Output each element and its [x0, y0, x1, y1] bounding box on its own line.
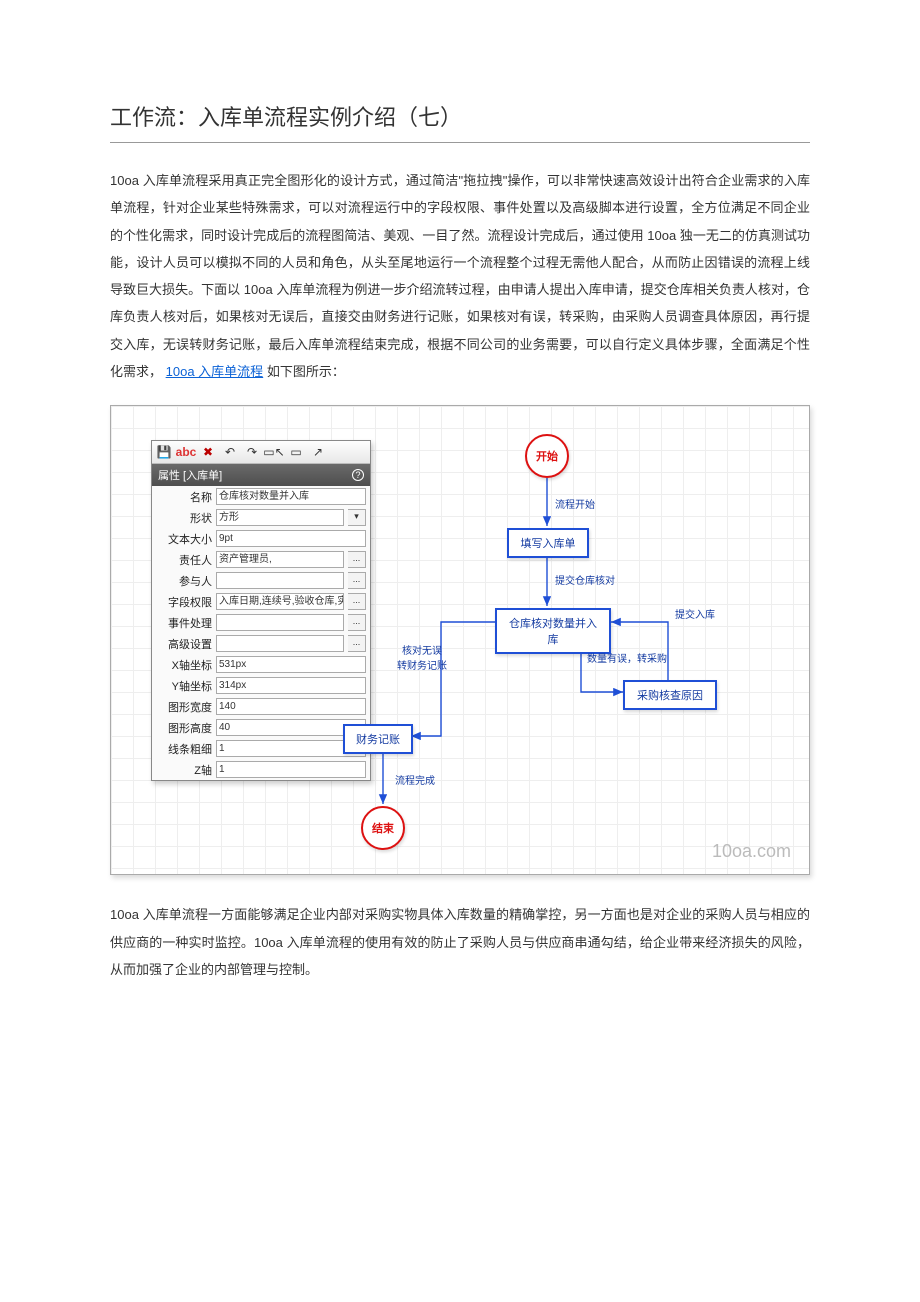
- participant-browse-icon[interactable]: ...: [348, 572, 366, 589]
- closing-paragraph: 10oa 入库单流程一方面能够满足企业内部对采购实物具体入库数量的精确掌控，另一…: [110, 901, 810, 983]
- page-title: 工作流：入库单流程实例介绍（七）: [110, 100, 810, 143]
- event-browse-icon[interactable]: ...: [348, 614, 366, 631]
- undo-icon[interactable]: ↶: [222, 444, 238, 460]
- panel-help-icon[interactable]: ?: [352, 469, 364, 481]
- advanced-input[interactable]: [216, 635, 344, 652]
- spell-icon[interactable]: abc: [178, 444, 194, 460]
- panel-toolbar: 💾 abc ✖ ↶ ↷ ▭↖ ▭ ↗: [152, 441, 370, 464]
- start-node[interactable]: 开始: [525, 434, 569, 478]
- check-node[interactable]: 仓库核对数量并入库: [495, 608, 611, 654]
- prop-advanced: 高级设置 ...: [152, 633, 370, 654]
- responsible-input[interactable]: 资产管理员,: [216, 551, 344, 568]
- prop-h: 图形高度 40: [152, 717, 370, 738]
- shape-dropdown-icon[interactable]: ▾: [348, 509, 366, 526]
- label-ok: 核对无误 转财务记账: [397, 642, 447, 672]
- prop-event: 事件处理 ...: [152, 612, 370, 633]
- label-done: 流程完成: [395, 772, 435, 787]
- prop-shape: 形状 方形 ▾: [152, 507, 370, 528]
- watermark-text: 10oa.com: [712, 841, 791, 862]
- participant-input[interactable]: [216, 572, 344, 589]
- fieldperm-input[interactable]: 入库日期,连续号,验收仓库,实收到: [216, 593, 344, 610]
- prop-field-perm: 字段权限 入库日期,连续号,验收仓库,实收到 ...: [152, 591, 370, 612]
- properties-panel: 💾 abc ✖ ↶ ↷ ▭↖ ▭ ↗ 属性 [入库单] ? 名称 仓库核对数量并…: [151, 440, 371, 781]
- intro-paragraph: 10oa 入库单流程采用真正完全图形化的设计方式，通过简洁"拖拉拽"操作，可以非…: [110, 167, 810, 385]
- prop-z: Z轴 1: [152, 759, 370, 780]
- y-input[interactable]: 314px: [216, 677, 366, 694]
- para1-text-b: 如下图所示：: [267, 364, 345, 379]
- prop-fontsize: 文本大小 9pt: [152, 528, 370, 549]
- reason-node[interactable]: 采购核查原因: [623, 680, 717, 710]
- para1-text-a: 10oa 入库单流程采用真正完全图形化的设计方式，通过简洁"拖拉拽"操作，可以非…: [110, 173, 810, 379]
- end-node[interactable]: 结束: [361, 806, 405, 850]
- prop-y: Y轴坐标 314px: [152, 675, 370, 696]
- fieldperm-browse-icon[interactable]: ...: [348, 593, 366, 610]
- product-link[interactable]: 10oa 入库单流程: [166, 364, 264, 379]
- label-flow-start: 流程开始: [555, 496, 595, 511]
- label-submit-check: 提交仓库核对: [555, 572, 615, 587]
- pointer-icon[interactable]: ▭↖: [266, 444, 282, 460]
- responsible-browse-icon[interactable]: ...: [348, 551, 366, 568]
- width-input[interactable]: 140: [216, 698, 366, 715]
- save-icon[interactable]: 💾: [156, 444, 172, 460]
- z-input[interactable]: 1: [216, 761, 366, 778]
- workflow-diagram: 💾 abc ✖ ↶ ↷ ▭↖ ▭ ↗ 属性 [入库单] ? 名称 仓库核对数量并…: [110, 405, 810, 875]
- line-tool-icon[interactable]: ↗: [310, 444, 326, 460]
- delete-icon[interactable]: ✖: [200, 444, 216, 460]
- label-error: 数量有误，转采购: [587, 650, 667, 665]
- event-input[interactable]: [216, 614, 344, 631]
- prop-x: X轴坐标 531px: [152, 654, 370, 675]
- fontsize-input[interactable]: 9pt: [216, 530, 366, 547]
- prop-name: 名称 仓库核对数量并入库: [152, 486, 370, 507]
- label-resubmit: 提交入库: [675, 606, 715, 621]
- panel-title-bar: 属性 [入库单] ?: [152, 464, 370, 486]
- prop-line: 线条粗细 1: [152, 738, 370, 759]
- rect-tool-icon[interactable]: ▭: [288, 444, 304, 460]
- redo-icon[interactable]: ↷: [244, 444, 260, 460]
- prop-responsible: 责任人 资产管理员, ...: [152, 549, 370, 570]
- prop-participant: 参与人 ...: [152, 570, 370, 591]
- name-input[interactable]: 仓库核对数量并入库: [216, 488, 366, 505]
- x-input[interactable]: 531px: [216, 656, 366, 673]
- prop-w: 图形宽度 140: [152, 696, 370, 717]
- account-node[interactable]: 财务记账: [343, 724, 413, 754]
- advanced-browse-icon[interactable]: ...: [348, 635, 366, 652]
- shape-select[interactable]: 方形: [216, 509, 344, 526]
- panel-title-text: 属性 [入库单]: [158, 467, 222, 483]
- fill-node[interactable]: 填写入库单: [507, 528, 589, 558]
